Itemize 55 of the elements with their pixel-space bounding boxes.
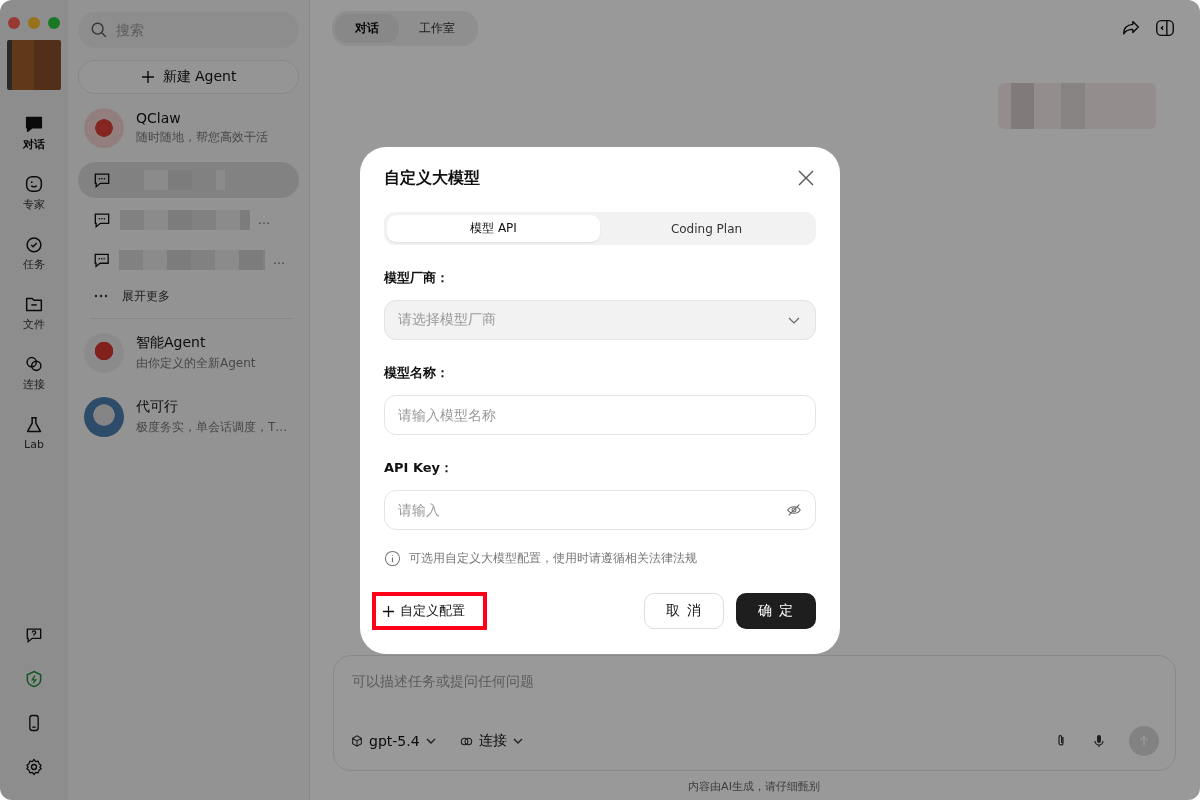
avatar-icon xyxy=(84,333,124,373)
more-dots-icon xyxy=(94,294,108,298)
nav-item[interactable]: 文件 xyxy=(23,282,45,342)
confirm-button[interactable]: 确 定 xyxy=(736,593,816,629)
hidden-eye-icon[interactable] xyxy=(786,502,802,518)
disclaimer-text: 内容由AI生成，请仔细甄别 xyxy=(687,779,821,795)
plus-icon xyxy=(140,70,155,84)
agent-subtitle: 极度务实，单会话调度，T… xyxy=(136,419,288,436)
settings-icon[interactable] xyxy=(24,757,44,777)
agent-subtitle: 随时随地，帮您高效干活 xyxy=(136,129,268,146)
view-tab[interactable]: 工作室 xyxy=(399,13,475,43)
mode-tab[interactable]: Coding Plan xyxy=(600,215,813,242)
plus-icon xyxy=(382,604,395,618)
model-dropdown[interactable]: gpt-5.4 xyxy=(350,733,437,749)
api-key-field[interactable]: 请输入 xyxy=(384,490,816,530)
new-agent-button[interactable]: 新建 Agent xyxy=(78,60,299,94)
message-composer[interactable]: 可以描述任务或提问任何问题 gpt-5.4 连接 xyxy=(333,655,1176,771)
agent-item[interactable]: 代可行 极度务实，单会话调度，T… xyxy=(78,387,299,447)
field-label: 模型厂商： xyxy=(384,269,450,287)
field-label: API Key： xyxy=(384,459,455,477)
sidebar-toggle-icon[interactable] xyxy=(1154,17,1176,39)
dialog-title: 自定义大模型 xyxy=(384,167,480,189)
chat-item[interactable]: … xyxy=(78,202,299,238)
search-icon xyxy=(90,21,108,39)
model-name-field[interactable]: 请输入模型名称 xyxy=(384,395,816,435)
nav-item[interactable]: 任务 xyxy=(23,222,45,282)
info-icon xyxy=(384,550,401,567)
microphone-icon[interactable] xyxy=(1091,733,1107,749)
agent-name: QClaw xyxy=(136,110,182,126)
nav-item[interactable]: 专家 xyxy=(23,162,45,222)
view-tab[interactable]: 对话 xyxy=(335,13,399,43)
cancel-button[interactable]: 取 消 xyxy=(644,593,724,629)
nav-item[interactable]: 对话 xyxy=(23,102,45,162)
avatar-icon xyxy=(84,397,124,437)
shield-icon[interactable] xyxy=(24,669,44,689)
avatar-icon xyxy=(84,108,124,148)
agent-name: 代可行 xyxy=(136,398,179,416)
ellipsis: … xyxy=(273,253,285,267)
chat-item[interactable]: … xyxy=(78,242,299,278)
ellipsis: … xyxy=(258,213,270,227)
nav-item[interactable]: 连接 xyxy=(23,342,45,402)
agent-subtitle: 由你定义的全新Agent xyxy=(136,355,256,372)
nav-item[interactable]: Lab xyxy=(23,402,45,462)
cube-icon xyxy=(350,734,364,748)
agent-name: 智能Agent xyxy=(136,334,207,352)
field-label: 模型名称： xyxy=(384,364,450,382)
connect-dropdown[interactable]: 连接 xyxy=(458,732,524,750)
custom-config-button[interactable]: 自定义配置 xyxy=(382,600,465,622)
agent-item[interactable]: 智能Agent 由你定义的全新Agent xyxy=(78,323,299,383)
agent-item[interactable]: QClaw 随时随地，帮您高效干活 xyxy=(78,98,299,158)
close-icon[interactable] xyxy=(796,168,816,188)
notice-text: 可选用自定义大模型配置，使用时请遵循相关法律法规 xyxy=(409,550,697,567)
expand-more-item[interactable]: 展开更多 xyxy=(78,278,299,314)
mode-tab[interactable]: 模型 API xyxy=(387,215,600,242)
message-input[interactable]: 可以描述任务或提问任何问题 xyxy=(350,672,1159,690)
